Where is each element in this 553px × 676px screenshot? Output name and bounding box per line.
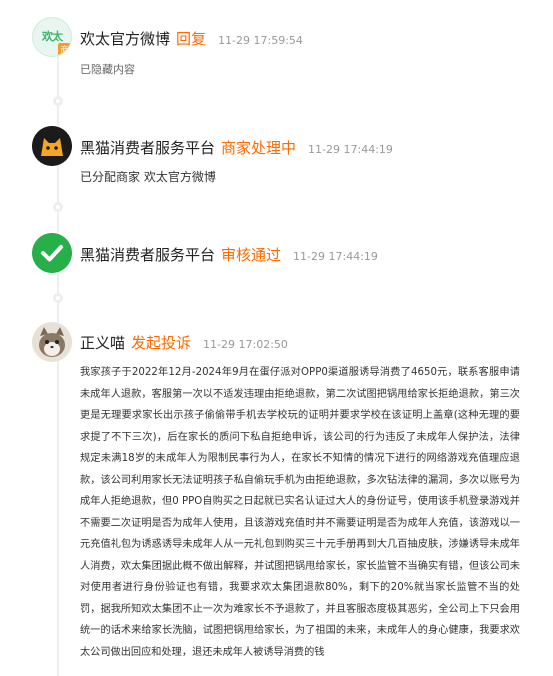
author-name[interactable]: 正义喵 xyxy=(80,332,125,353)
entry-body: 已隐藏内容 xyxy=(80,63,135,76)
avatar-logo-text: 欢太 xyxy=(42,30,63,43)
complaint-text: 我家孩子于2022年12月-2024年9月在蛋仔派对OPP0渠道服诱导消费了46… xyxy=(80,367,520,658)
black-cat-icon[interactable] xyxy=(32,126,72,166)
timestamp: 11-29 17:44:19 xyxy=(293,250,378,263)
huantai-logo-icon[interactable]: 欢太 商 xyxy=(32,17,72,57)
timeline-dot xyxy=(53,202,63,212)
merchant-badge: 商 xyxy=(58,43,71,56)
action-status: 回复 xyxy=(176,30,207,48)
timestamp: 11-29 17:44:19 xyxy=(308,143,393,156)
author-name[interactable]: 黑猫消费者服务平台 xyxy=(80,244,215,265)
action-status: 商家处理中 xyxy=(221,139,297,157)
author-name[interactable]: 黑猫消费者服务平台 xyxy=(80,137,215,158)
check-circle-icon[interactable] xyxy=(32,233,72,273)
action-status: 审核通过 xyxy=(221,246,282,264)
timestamp: 11-29 17:02:50 xyxy=(203,338,288,351)
author-name[interactable]: 欢太官方微博 xyxy=(80,28,170,49)
action-status: 发起投诉 xyxy=(131,334,192,352)
timeline-dot xyxy=(53,96,63,106)
timeline-dot xyxy=(53,293,63,303)
entry-body: 已分配商家 欢太官方微博 xyxy=(80,170,216,184)
timestamp: 11-29 17:59:54 xyxy=(218,34,303,47)
cat-avatar-icon[interactable] xyxy=(32,322,72,362)
